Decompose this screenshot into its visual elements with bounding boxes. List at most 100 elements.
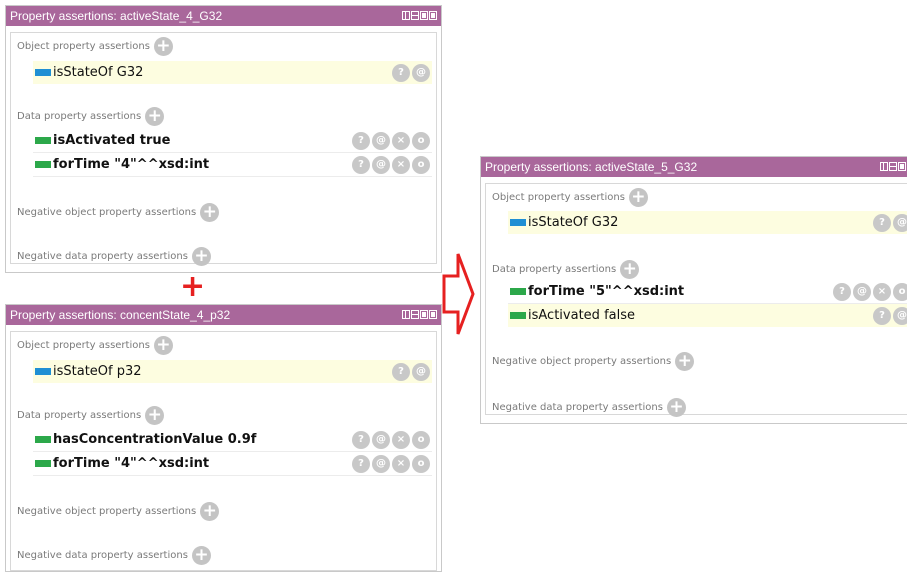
add-negative-data-property-button[interactable]: + <box>191 247 211 266</box>
section-label: Negative data property assertions <box>492 402 663 413</box>
plus-symbol: + <box>180 269 206 304</box>
section-label: Data property assertions <box>17 410 142 421</box>
panel-titlebar: Property assertions: activeState_5_G32 <box>481 157 907 177</box>
data-property-icon <box>35 436 51 443</box>
pin-view-icon[interactable] <box>880 162 888 171</box>
add-negative-object-property-button[interactable]: + <box>200 502 220 521</box>
property-value: G32 <box>591 215 619 230</box>
assertions-list: Object property assertions + isStateOf G… <box>485 183 907 417</box>
minimize-view-icon[interactable] <box>411 11 419 20</box>
add-data-property-button[interactable]: + <box>145 406 165 425</box>
property-value: "4"^^xsd:int <box>114 456 210 471</box>
edit-icon[interactable]: o <box>893 282 907 301</box>
minimize-view-icon[interactable] <box>411 310 419 319</box>
edit-icon[interactable]: o <box>412 430 430 449</box>
annotate-icon[interactable]: @ <box>372 155 390 174</box>
property-assertions-panel-active-state-4: Property assertions: activeState_4_G32 O… <box>5 5 442 273</box>
add-negative-data-property-button[interactable]: + <box>666 398 686 417</box>
add-object-property-button[interactable]: + <box>628 188 648 207</box>
annotate-icon[interactable]: @ <box>412 362 430 381</box>
annotate-icon[interactable]: @ <box>372 131 390 150</box>
add-data-property-button[interactable]: + <box>620 260 640 279</box>
delete-icon[interactable]: × <box>873 282 891 301</box>
negative-data-property-assertions-header: Negative data property assertions + <box>17 546 211 565</box>
object-property-row[interactable]: isStateOf G32 ? @ <box>508 211 907 234</box>
section-label: Negative object property assertions <box>17 207 197 218</box>
section-label: Negative object property assertions <box>17 506 197 517</box>
property-name: forTime <box>53 157 110 172</box>
negative-data-property-assertions-header: Negative data property assertions + <box>492 398 686 417</box>
property-name: isActivated <box>528 308 600 323</box>
delete-icon[interactable]: × <box>392 430 410 449</box>
add-negative-object-property-button[interactable]: + <box>675 352 695 371</box>
help-icon[interactable]: ? <box>352 131 370 150</box>
edit-icon[interactable]: o <box>412 454 430 473</box>
data-property-row[interactable]: isActivated false ? @ <box>508 304 907 327</box>
close-view-icon[interactable] <box>429 11 437 20</box>
delete-icon[interactable]: × <box>392 454 410 473</box>
data-property-icon <box>35 161 51 168</box>
property-name: isStateOf <box>53 65 113 80</box>
data-property-icon <box>35 137 51 144</box>
property-value: "4"^^xsd:int <box>114 157 210 172</box>
section-label: Negative data property assertions <box>17 251 188 262</box>
data-property-row[interactable]: forTime "5"^^xsd:int ? @ × o <box>508 280 907 304</box>
negative-object-property-assertions-header: Negative object property assertions + <box>17 203 220 222</box>
help-icon[interactable]: ? <box>873 306 891 325</box>
data-property-assertions-header: Data property assertions + <box>492 260 640 279</box>
data-property-row[interactable]: hasConcentrationValue 0.9f ? @ × o <box>33 428 432 452</box>
section-label: Negative data property assertions <box>17 550 188 561</box>
property-assertions-panel-active-state-5: Property assertions: activeState_5_G32 O… <box>480 156 907 424</box>
object-property-assertions-header: Object property assertions + <box>17 336 173 355</box>
assertions-list: Object property assertions + isStateOf p… <box>10 331 437 571</box>
help-icon[interactable]: ? <box>833 282 851 301</box>
help-icon[interactable]: ? <box>873 213 891 232</box>
add-object-property-button[interactable]: + <box>153 336 173 355</box>
close-view-icon[interactable] <box>429 310 437 319</box>
negative-data-property-assertions-header: Negative data property assertions + <box>17 247 211 266</box>
data-property-row[interactable]: forTime "4"^^xsd:int ? @ × o <box>33 153 432 177</box>
property-name: isStateOf <box>528 215 588 230</box>
object-property-row[interactable]: isStateOf p32 ? @ <box>33 360 432 383</box>
window-controls <box>402 11 437 20</box>
float-view-icon[interactable] <box>420 11 428 20</box>
section-label: Object property assertions <box>17 340 150 351</box>
data-property-row[interactable]: forTime "4"^^xsd:int ? @ × o <box>33 452 432 476</box>
negative-object-property-assertions-header: Negative object property assertions + <box>17 502 220 521</box>
property-value: G32 <box>116 65 144 80</box>
annotate-icon[interactable]: @ <box>372 454 390 473</box>
panel-titlebar: Property assertions: concentState_4_p32 <box>6 305 441 325</box>
property-value: "5"^^xsd:int <box>589 284 685 299</box>
add-negative-data-property-button[interactable]: + <box>191 546 211 565</box>
delete-icon[interactable]: × <box>392 131 410 150</box>
add-negative-object-property-button[interactable]: + <box>200 203 220 222</box>
pin-view-icon[interactable] <box>402 11 410 20</box>
annotate-icon[interactable]: @ <box>893 306 907 325</box>
float-view-icon[interactable] <box>420 310 428 319</box>
data-property-row[interactable]: isActivated true ? @ × o <box>33 129 432 153</box>
pin-view-icon[interactable] <box>402 310 410 319</box>
object-property-row[interactable]: isStateOf G32 ? @ <box>33 61 432 84</box>
delete-icon[interactable]: × <box>392 155 410 174</box>
add-data-property-button[interactable]: + <box>145 107 165 126</box>
panel-title: Property assertions: activeState_4_G32 <box>10 9 223 23</box>
property-name: forTime <box>53 456 110 471</box>
negative-object-property-assertions-header: Negative object property assertions + <box>492 352 695 371</box>
property-name: hasConcentrationValue <box>53 432 224 447</box>
help-icon[interactable]: ? <box>352 155 370 174</box>
data-property-icon <box>510 312 526 319</box>
minimize-view-icon[interactable] <box>889 162 897 171</box>
edit-icon[interactable]: o <box>412 155 430 174</box>
help-icon[interactable]: ? <box>352 454 370 473</box>
add-object-property-button[interactable]: + <box>153 37 173 56</box>
float-view-icon[interactable] <box>898 162 906 171</box>
help-icon[interactable]: ? <box>392 63 410 82</box>
edit-icon[interactable]: o <box>412 131 430 150</box>
annotate-icon[interactable]: @ <box>412 63 430 82</box>
annotate-icon[interactable]: @ <box>853 282 871 301</box>
help-icon[interactable]: ? <box>352 430 370 449</box>
help-icon[interactable]: ? <box>392 362 410 381</box>
annotate-icon[interactable]: @ <box>372 430 390 449</box>
annotate-icon[interactable]: @ <box>893 213 907 232</box>
object-property-assertions-header: Object property assertions + <box>17 37 173 56</box>
